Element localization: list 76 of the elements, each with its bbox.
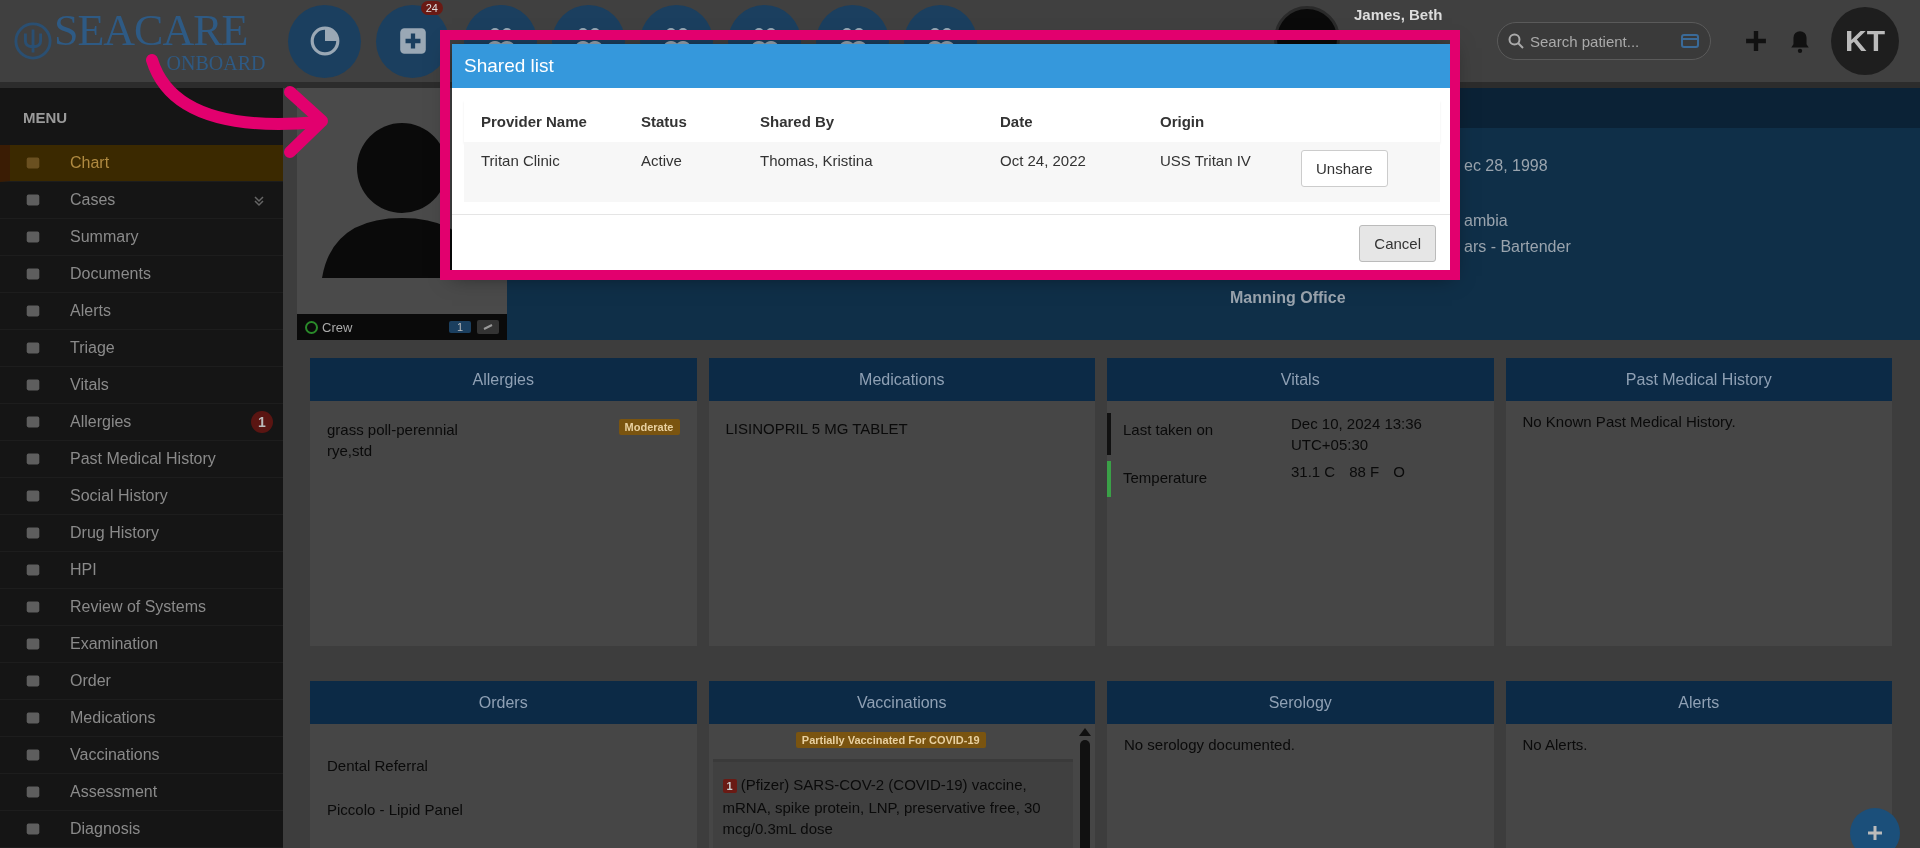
menu-item[interactable]: Review of Systems — [0, 589, 283, 626]
record-count-badge[interactable]: 1 — [448, 321, 471, 333]
country-text: ambia — [1464, 212, 1508, 230]
vital-label: Temperature — [1123, 468, 1209, 486]
add-button[interactable] — [1850, 808, 1900, 848]
search-icon — [1508, 33, 1524, 49]
severity-tag: Moderate — [618, 419, 680, 435]
card-title: Serology — [1107, 681, 1494, 724]
menu-item[interactable]: Order — [0, 663, 283, 700]
column-header: Origin — [1159, 112, 1206, 130]
table-cell-text: USS Tritan IV — [1159, 152, 1252, 169]
menu-item[interactable]: Assessment — [0, 774, 283, 811]
empty-message: No serology documented. — [1124, 736, 1296, 753]
column-header: Provider Name — [480, 112, 588, 130]
table-cell-text: Tritan Clinic — [480, 152, 561, 169]
unshare-button[interactable]: Unshare — [1301, 150, 1388, 187]
empty-message: No Known Past Medical History. — [1522, 413, 1737, 430]
card-title: Orders — [310, 681, 697, 724]
menu-title: MENU — [23, 109, 68, 126]
list-entry: Piccolo - Lipid Panel — [327, 800, 464, 820]
card-title: Vitals — [1107, 358, 1494, 401]
card-title: Medications — [708, 358, 1095, 401]
column-header: Shared By — [759, 112, 836, 130]
vital-value: 88 F — [1349, 462, 1380, 482]
dialog-title: Shared list — [452, 44, 1452, 88]
table-cell-text: Active — [640, 152, 683, 169]
empty-message: No Alerts. — [1522, 736, 1589, 753]
search-field[interactable]: Search patient... — [1497, 22, 1711, 60]
menu-item[interactable]: Summary — [0, 219, 283, 256]
vaccination-status-tag: Partially Vaccinated For COVID-19 — [795, 732, 986, 748]
allergy-name: grass poll-perennial rye,std — [327, 420, 459, 461]
card-title: Vaccinations — [708, 681, 1095, 724]
menu-item[interactable]: HPI — [0, 552, 283, 589]
menu-item[interactable]: Examination — [0, 626, 283, 663]
menu-item[interactable]: Social History — [0, 478, 283, 515]
list-entry: Dental Referral — [327, 756, 429, 776]
list-entry: LISINOPRIL 5 MG TABLET — [725, 419, 909, 439]
user-avatar[interactable]: KT — [1831, 7, 1899, 75]
cancel-button[interactable]: Cancel — [1359, 225, 1436, 262]
menu-item[interactable]: Chart — [0, 145, 283, 182]
patient-name: James, Beth — [1354, 6, 1443, 23]
menu-item[interactable]: Medications — [0, 700, 283, 737]
menu-item[interactable]: Past Medical History — [0, 441, 283, 478]
pie-chart-icon — [308, 25, 341, 57]
table-cell-text: Thomas, Kristina — [759, 152, 874, 169]
menu-item[interactable]: Triage — [0, 330, 283, 367]
notification-badge: 24 — [420, 0, 443, 15]
card-title: Past Medical History — [1505, 358, 1892, 401]
logo-subtitle: ONBOARD — [166, 53, 266, 73]
vital-value: Dec 10, 2024 13:36 UTC+05:30 — [1291, 414, 1423, 455]
column-header: Date — [999, 112, 1034, 130]
menu-item[interactable]: Allergies 1 — [0, 404, 283, 441]
menu-item[interactable]: Cases — [0, 182, 283, 219]
menu-item[interactable]: Drug History — [0, 515, 283, 552]
trident-icon — [14, 22, 52, 60]
count-badge: 1 — [251, 411, 273, 433]
crew-status: Crew — [305, 319, 443, 335]
office-label: Manning Office — [1230, 289, 1346, 307]
menu-item[interactable]: Vaccinations — [0, 737, 283, 774]
menu-item[interactable]: Diagnosis — [0, 811, 283, 848]
table-cell-text: Oct 24, 2022 — [999, 152, 1087, 169]
vital-value: 31.1 C — [1291, 462, 1336, 482]
card-title: Allergies — [310, 358, 697, 401]
vital-value: O — [1393, 462, 1405, 482]
card-icon — [1681, 34, 1699, 48]
card-title: Alerts — [1505, 681, 1892, 724]
link-icon[interactable] — [477, 320, 499, 334]
shortcut-button[interactable]: 24 — [376, 4, 449, 78]
menu-item[interactable]: Vitals — [0, 367, 283, 404]
occupation-text: ars - Bartender — [1464, 238, 1571, 256]
vital-label: Last taken on — [1123, 420, 1215, 438]
date-of-birth-text: ec 28, 1998 — [1464, 157, 1548, 175]
logo-title: SEACARE — [54, 9, 248, 53]
menu-item[interactable]: Alerts — [0, 293, 283, 330]
column-header: Status — [640, 112, 688, 130]
menu-item[interactable]: Documents — [0, 256, 283, 293]
